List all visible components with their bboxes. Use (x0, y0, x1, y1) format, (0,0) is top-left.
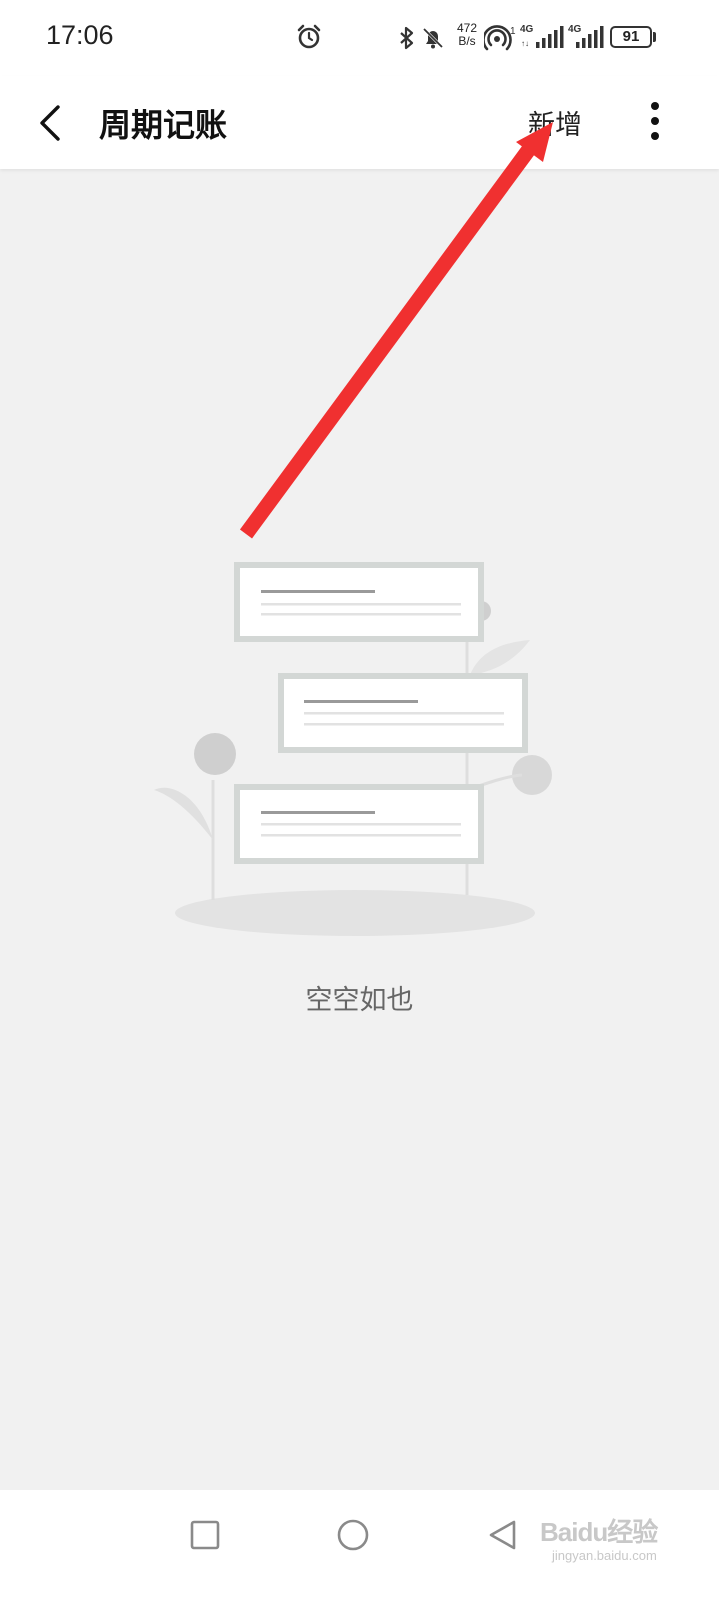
home-icon[interactable] (328, 1510, 378, 1560)
status-bar: 17:06 472 B/s 1 4G ↑↓ 4G 91 (0, 0, 719, 76)
net-speed: 472 B/s (451, 22, 483, 48)
svg-text:1: 1 (510, 26, 516, 37)
back-icon[interactable] (478, 1510, 528, 1560)
alarm-icon (297, 24, 321, 49)
watermark-url: jingyan.baidu.com (552, 1548, 657, 1563)
chevron-left-icon[interactable] (28, 98, 74, 148)
svg-text:↑↓: ↑↓ (521, 39, 529, 48)
signal-4g-icon: 4G (568, 24, 604, 48)
recent-apps-icon[interactable] (180, 1510, 230, 1560)
add-button[interactable]: 新增 (528, 103, 582, 142)
watermark-logo: Baidu经验 (540, 1517, 658, 1547)
empty-cards-illustration (154, 562, 552, 936)
empty-state-message: 空空如也 (305, 985, 414, 1016)
bluetooth-icon (400, 26, 414, 50)
more-vertical-icon[interactable] (640, 98, 670, 148)
page-title: 周期记账 (99, 106, 228, 144)
battery-tip (653, 32, 656, 42)
svg-text:4G: 4G (568, 24, 582, 35)
net-speed-unit: B/s (458, 34, 476, 48)
battery-icon: 91 (610, 26, 652, 48)
svg-text:4G: 4G (520, 24, 534, 35)
mute-bell-icon (422, 27, 444, 49)
status-time: 17:06 (46, 20, 114, 50)
signal-4g-icon: 4G ↑↓ (520, 24, 564, 48)
app-bar: 周期记账 新增 (0, 76, 719, 169)
hotspot-icon: 1 (484, 25, 516, 51)
